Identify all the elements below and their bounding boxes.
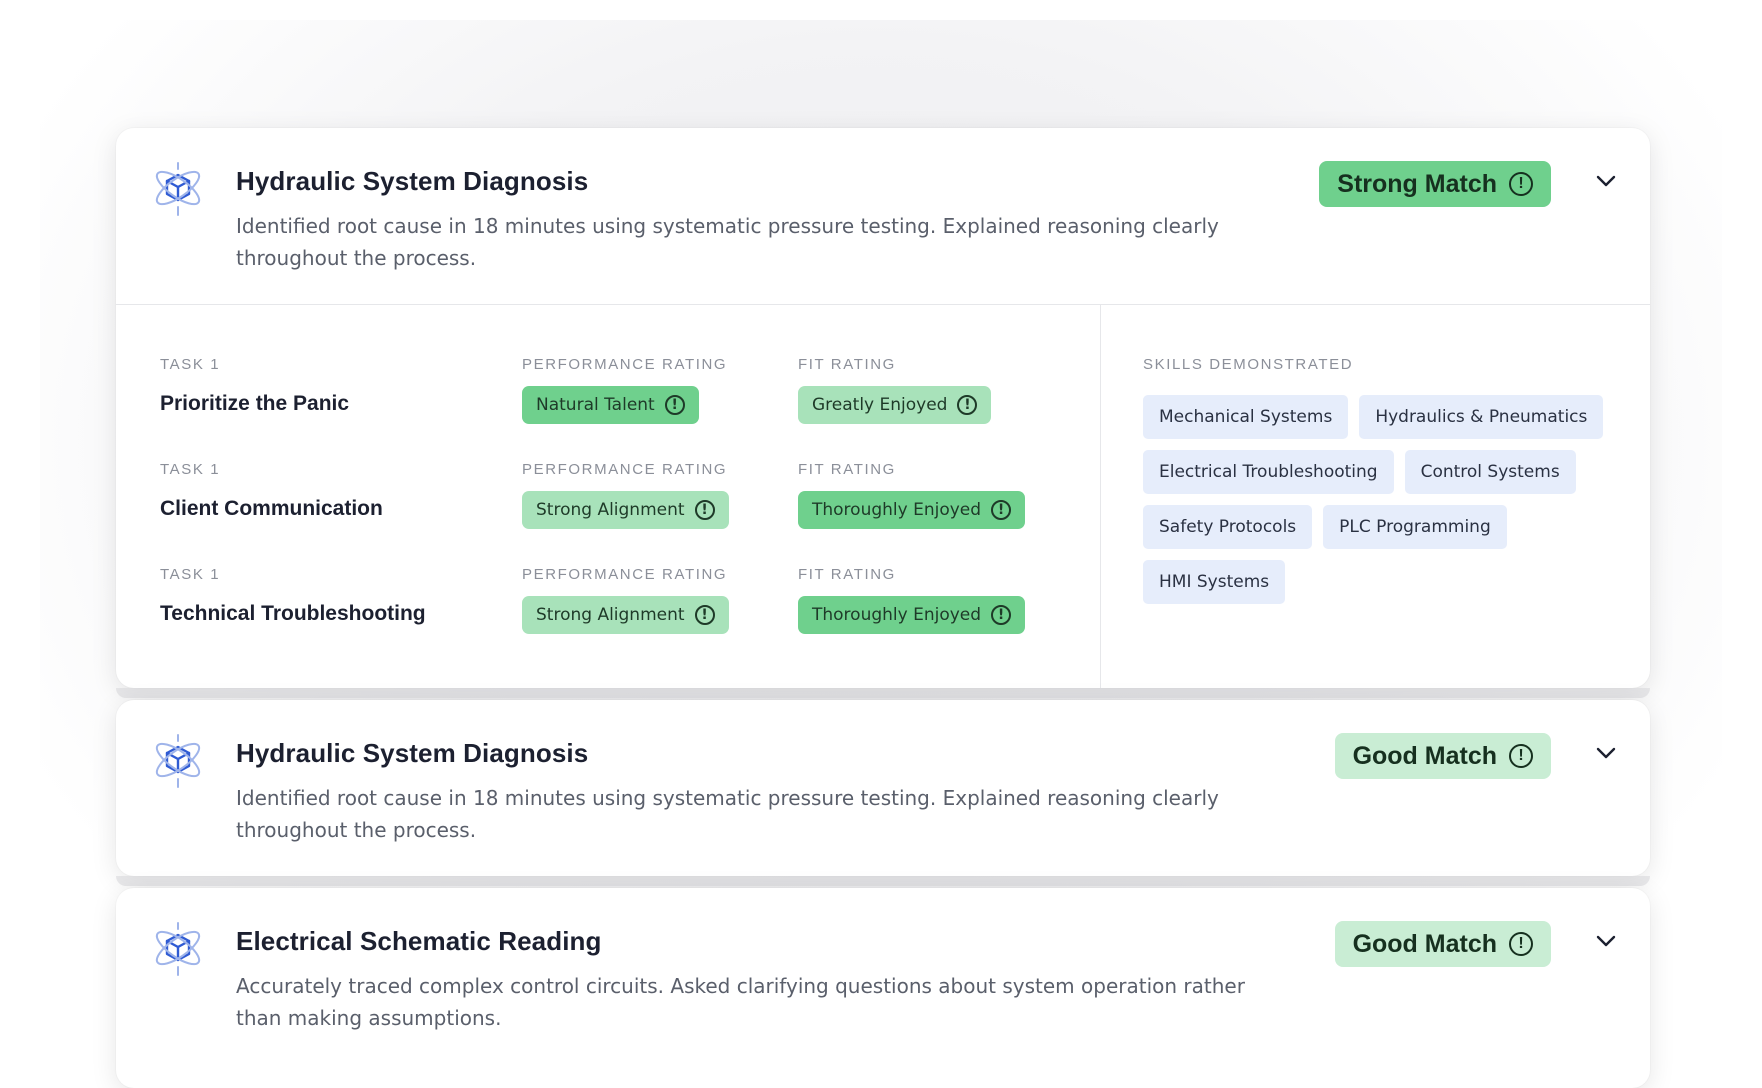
performance-rating-pill[interactable]: Strong Alignment ! <box>522 491 729 529</box>
skills-list: Mechanical Systems Hydraulics & Pneumati… <box>1143 395 1613 604</box>
match-label: Good Match <box>1352 929 1497 958</box>
info-circle-icon[interactable]: ! <box>1509 744 1533 768</box>
info-circle-icon[interactable]: ! <box>957 395 978 415</box>
info-circle-icon[interactable]: ! <box>991 500 1012 520</box>
card-title: Hydraulic System Diagnosis <box>236 166 589 196</box>
card-title: Electrical Schematic Reading <box>236 926 602 956</box>
card-stack-shadow <box>116 876 1650 886</box>
info-circle-icon[interactable]: ! <box>664 395 685 415</box>
skill-tag: Mechanical Systems <box>1143 395 1349 439</box>
assessment-card-1: Hydraulic System Diagnosis Identified ro… <box>116 128 1650 688</box>
info-circle-icon[interactable]: ! <box>1509 172 1533 196</box>
header-divider <box>116 304 1650 305</box>
fit-rating-pill[interactable]: Greatly Enjoyed ! <box>798 386 992 424</box>
performance-rating-label: PERFORMANCE RATING <box>522 566 728 583</box>
match-label: Good Match <box>1352 741 1497 770</box>
task-label: TASK 1 <box>160 461 221 478</box>
info-circle-icon[interactable]: ! <box>991 605 1012 625</box>
performance-rating-value: Strong Alignment <box>536 605 685 625</box>
skill-tag: PLC Programming <box>1323 505 1507 549</box>
task-name: Client Communication <box>160 497 383 520</box>
card-header[interactable]: Hydraulic System Diagnosis Identified ro… <box>116 700 1650 876</box>
chevron-down-icon[interactable] <box>1595 742 1617 764</box>
task-label: TASK 1 <box>160 356 221 373</box>
skill-tag: Control Systems <box>1404 450 1576 494</box>
task-name: Technical Troubleshooting <box>160 602 426 625</box>
cube-atom-icon <box>155 162 201 216</box>
match-badge[interactable]: Good Match ! <box>1334 921 1551 967</box>
card-header[interactable]: Electrical Schematic Reading Accurately … <box>116 888 1650 1064</box>
performance-rating-value: Strong Alignment <box>536 500 685 520</box>
card-description: Identified root cause in 18 minutes usin… <box>236 214 1219 270</box>
chevron-down-icon[interactable] <box>1595 170 1617 192</box>
fit-rating-value: Thoroughly Enjoyed <box>812 500 982 520</box>
card-header[interactable]: Hydraulic System Diagnosis Identified ro… <box>116 128 1650 304</box>
assessment-card-3: Electrical Schematic Reading Accurately … <box>116 888 1650 1088</box>
fit-rating-pill[interactable]: Thoroughly Enjoyed ! <box>798 491 1026 529</box>
skills-label: SKILLS DEMONSTRATED <box>1143 356 1354 373</box>
assessment-card-2: Hydraulic System Diagnosis Identified ro… <box>116 700 1650 876</box>
chevron-down-icon[interactable] <box>1595 930 1617 952</box>
performance-rating-pill[interactable]: Strong Alignment ! <box>522 596 729 634</box>
card-description: Accurately traced complex control circui… <box>236 974 1245 1030</box>
info-circle-icon[interactable]: ! <box>694 500 715 520</box>
task-row: TASK 1 Client Communication PERFORMANCE … <box>116 461 1100 567</box>
card-title: Hydraulic System Diagnosis <box>236 738 589 768</box>
column-divider <box>1100 305 1101 688</box>
fit-rating-pill[interactable]: Thoroughly Enjoyed ! <box>798 596 1026 634</box>
cube-atom-icon <box>155 922 201 976</box>
performance-rating-label: PERFORMANCE RATING <box>522 461 728 478</box>
fit-rating-label: FIT RATING <box>798 356 896 373</box>
task-name: Prioritize the Panic <box>160 392 350 415</box>
match-badge[interactable]: Strong Match ! <box>1319 161 1551 207</box>
info-circle-icon[interactable]: ! <box>694 605 715 625</box>
task-label: TASK 1 <box>160 566 221 583</box>
skill-tag: HMI Systems <box>1143 560 1286 604</box>
skill-tag: Hydraulics & Pneumatics <box>1359 395 1604 439</box>
performance-rating-value: Natural Talent <box>536 395 655 415</box>
skill-tag: Safety Protocols <box>1143 505 1313 549</box>
skill-tag: Electrical Troubleshooting <box>1143 450 1394 494</box>
performance-rating-pill[interactable]: Natural Talent ! <box>522 386 699 424</box>
fit-rating-label: FIT RATING <box>798 461 896 478</box>
card-stack-shadow <box>116 688 1650 698</box>
fit-rating-value: Thoroughly Enjoyed <box>812 605 982 625</box>
card-description: Identified root cause in 18 minutes usin… <box>236 786 1219 842</box>
info-circle-icon[interactable]: ! <box>1509 932 1533 956</box>
task-row: TASK 1 Prioritize the Panic PERFORMANCE … <box>116 356 1100 462</box>
cube-atom-icon <box>155 734 201 788</box>
fit-rating-label: FIT RATING <box>798 566 896 583</box>
match-badge[interactable]: Good Match ! <box>1334 733 1551 779</box>
performance-rating-label: PERFORMANCE RATING <box>522 356 728 373</box>
match-label: Strong Match <box>1337 169 1497 198</box>
task-row: TASK 1 Technical Troubleshooting PERFORM… <box>116 566 1100 672</box>
fit-rating-value: Greatly Enjoyed <box>812 395 948 415</box>
